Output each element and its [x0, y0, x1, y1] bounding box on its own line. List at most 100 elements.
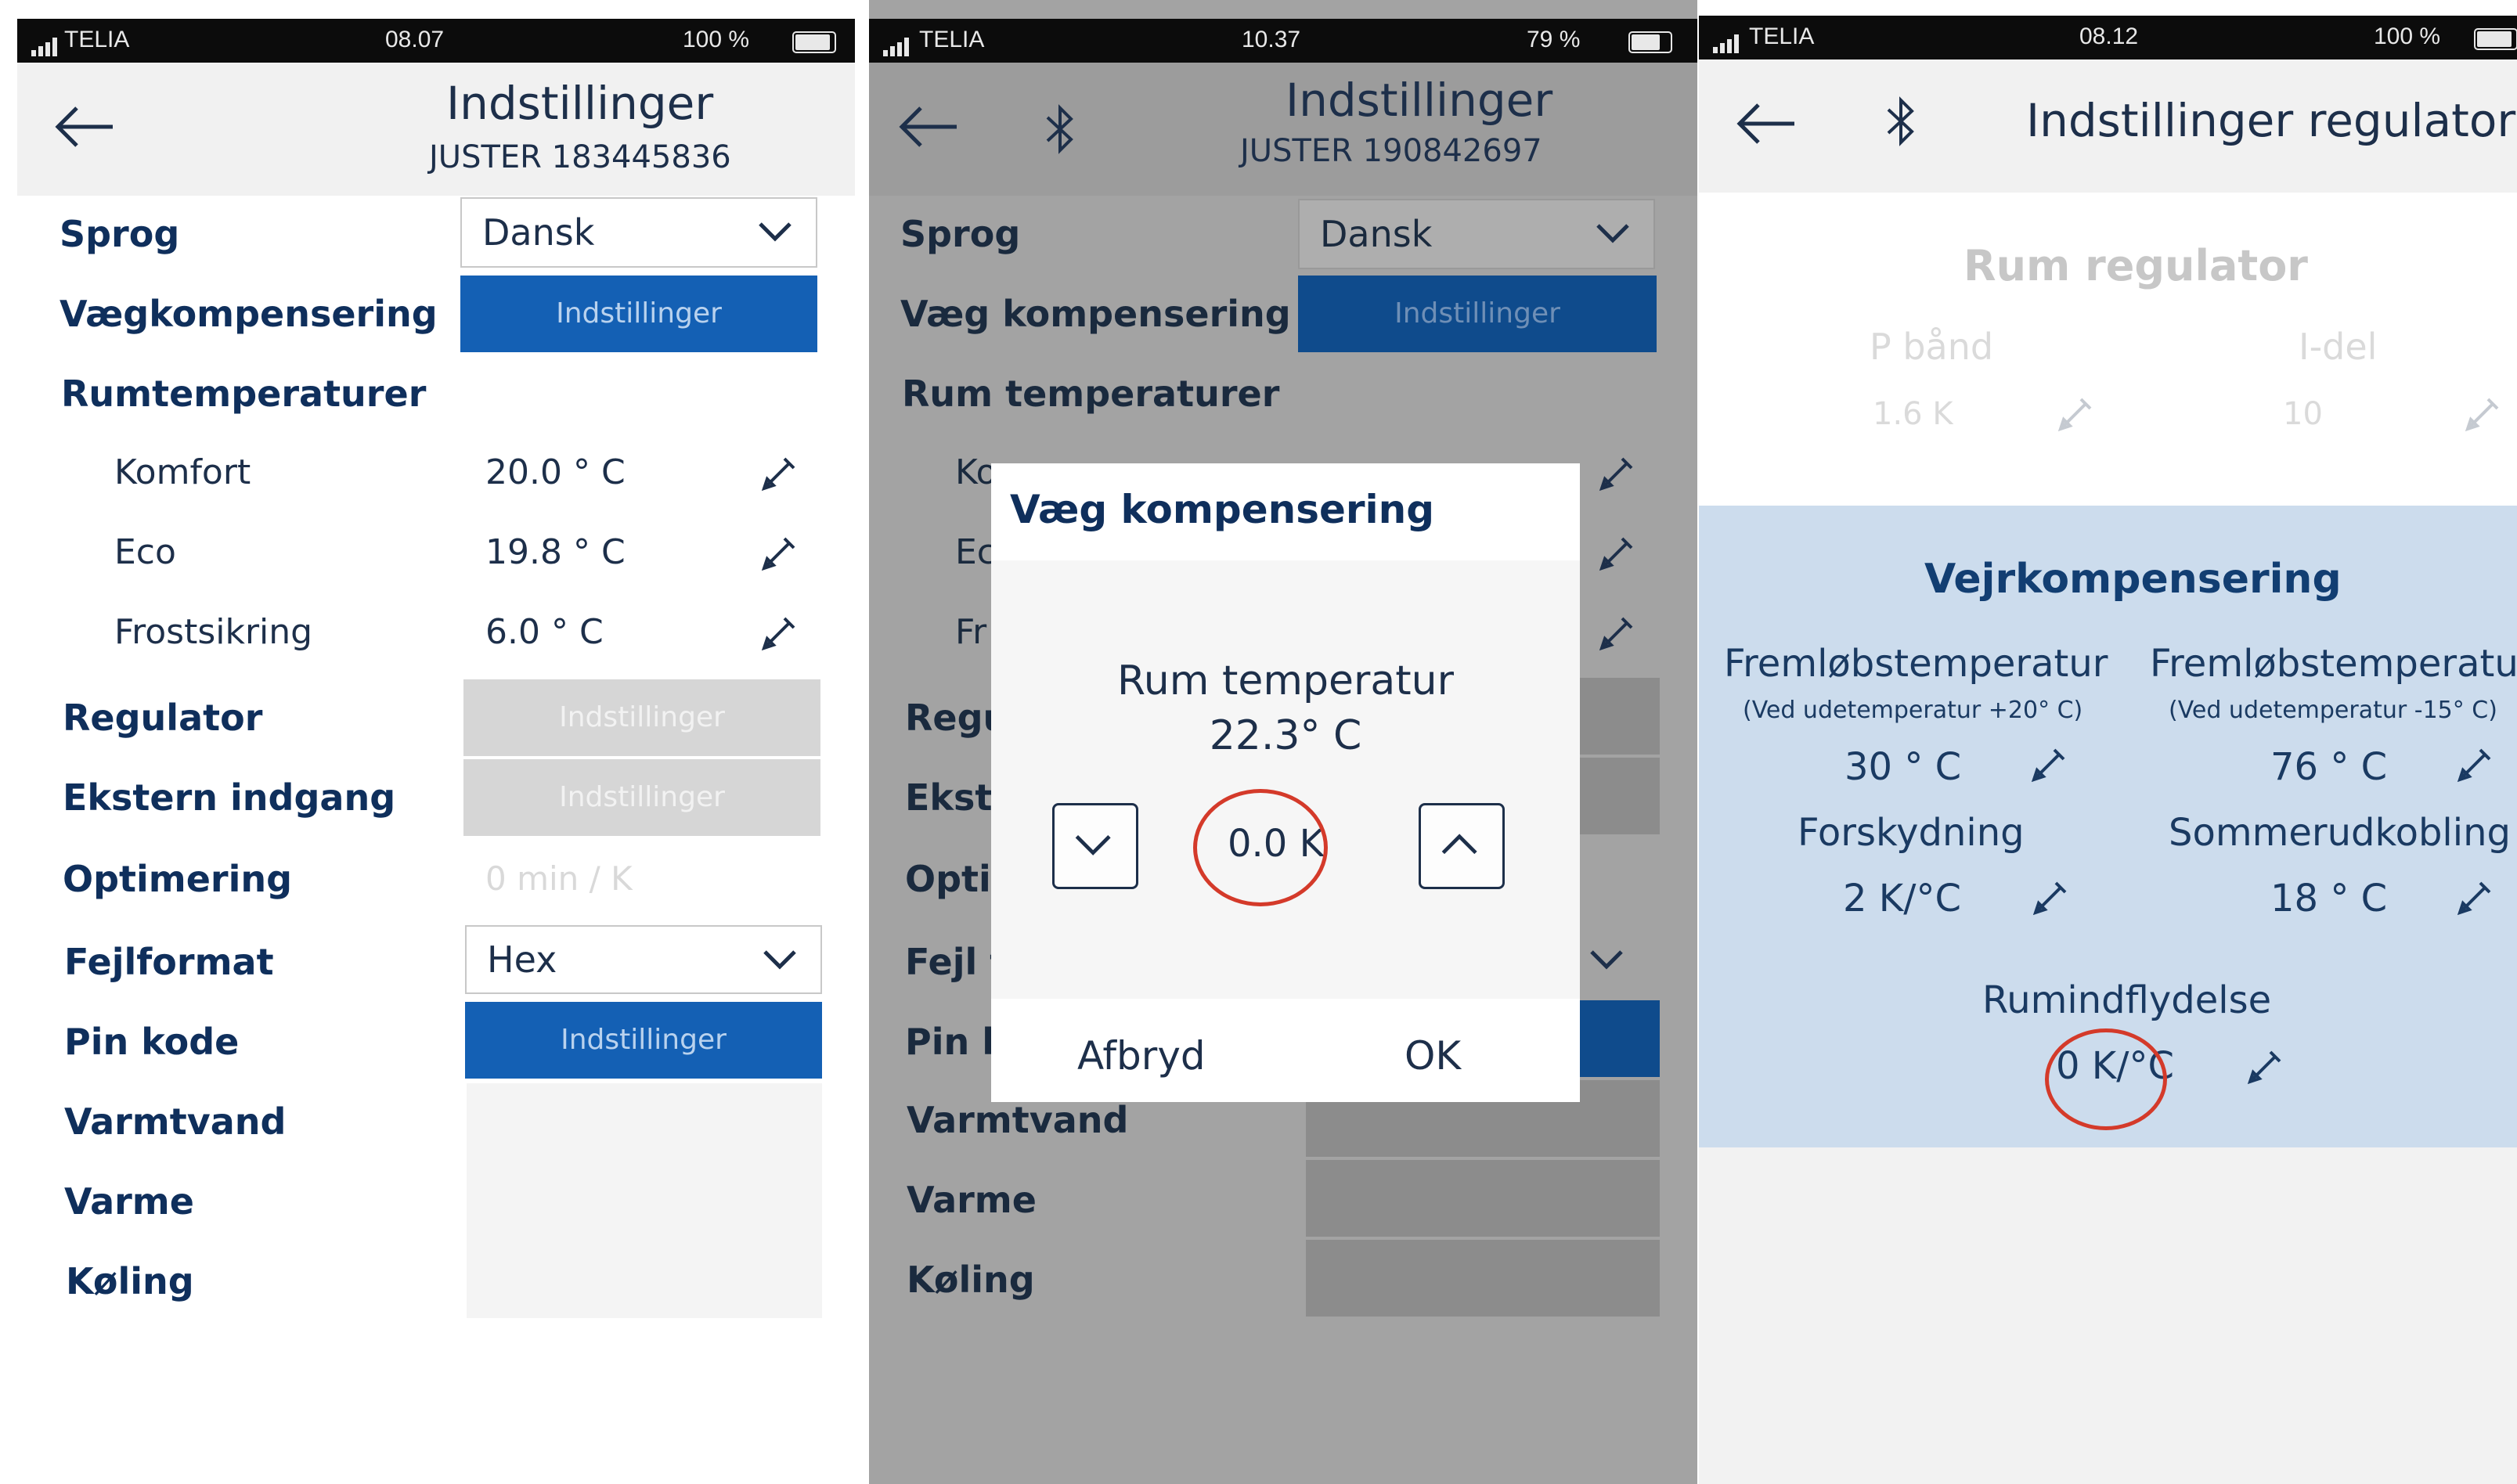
- optimering-value: 0 min / K: [485, 859, 633, 898]
- komfort-label: Komfort: [114, 452, 251, 492]
- rum-regulator-title: Rum regulator: [1963, 241, 2308, 290]
- varmtvand-label: Varmtvand: [907, 1099, 1129, 1141]
- fremloeb-value-1: 30 ° C: [1844, 745, 1962, 789]
- page-title: Indstillinger regulator: [2026, 94, 2516, 147]
- edit-pencil-icon[interactable]: [2031, 880, 2068, 917]
- rumtemperaturer-label: Rumtemperaturer: [61, 373, 427, 415]
- p-band-value: 1.6 K: [1873, 396, 1953, 432]
- regulator-settings-button[interactable]: [1574, 678, 1660, 755]
- sommerudkobling-label: Sommerudkobling: [2169, 811, 2511, 855]
- clock: 08.12: [2079, 23, 2139, 49]
- back-arrow-icon[interactable]: [1735, 100, 1798, 147]
- status-bar: TELIA 10.37 79 %: [869, 19, 1697, 63]
- device-id: JUSTER 190842697: [1240, 133, 1542, 169]
- regulator-settings-button[interactable]: Indstillinger: [463, 679, 820, 756]
- signal-icon: [883, 30, 911, 56]
- bluetooth-icon: [1887, 96, 1914, 146]
- screen-2: TELIA 10.37 79 % Indstillinger JUSTER 19…: [869, 0, 1697, 1484]
- carrier-label: TELIA: [919, 27, 985, 52]
- vaeg-kompensering-dialog: Væg kompensering Rum temperatur 22.3° C …: [991, 463, 1580, 1102]
- battery-icon: [2474, 28, 2517, 50]
- app-header: Indstillinger regulator: [1699, 59, 2517, 193]
- fejlformat-select[interactable]: Hex: [465, 925, 822, 994]
- back-arrow-icon[interactable]: [53, 103, 116, 150]
- koeling-settings-button[interactable]: [1306, 1240, 1660, 1317]
- device-id: JUSTER 183445836: [429, 139, 731, 175]
- chevron-down-icon: [1075, 835, 1111, 855]
- pinkode-settings-button[interactable]: [1574, 1000, 1660, 1077]
- vaeg-kompensering-settings-button[interactable]: Indstillinger: [1298, 276, 1657, 352]
- fremloeb-label-1: Fremløbstemperatur: [1724, 642, 2108, 686]
- chevron-down-icon[interactable]: [1589, 949, 1624, 971]
- lower-area: [1699, 1147, 2517, 1484]
- edit-pencil-icon[interactable]: [2455, 747, 2493, 784]
- koeling-label: Køling: [66, 1260, 194, 1302]
- edit-pencil-icon[interactable]: [1597, 456, 1635, 493]
- p-band-label: P bånd: [1870, 326, 1994, 368]
- chevron-down-icon: [763, 950, 796, 970]
- optimering-label: Optimering: [63, 858, 293, 900]
- vaegkompensering-settings-button[interactable]: Indstillinger: [460, 276, 817, 352]
- battery-percent: 79 %: [1527, 27, 1581, 52]
- frostsikring-label-partial: Fr: [955, 612, 987, 652]
- edit-pencil-icon[interactable]: [1597, 535, 1635, 573]
- sprog-label: Sprog: [900, 213, 1021, 255]
- language-select[interactable]: Dansk: [460, 197, 817, 268]
- edit-pencil-icon[interactable]: [2029, 747, 2067, 784]
- back-arrow-icon[interactable]: [897, 103, 960, 150]
- page-title: Indstillinger: [1286, 74, 1553, 127]
- vejrkompensering-title: Vejrkompensering: [1924, 556, 2342, 603]
- edit-pencil-icon[interactable]: [759, 456, 797, 493]
- i-del-value: 10: [2283, 396, 2323, 432]
- chevron-up-icon: [1441, 834, 1477, 855]
- clock: 10.37: [1242, 27, 1301, 52]
- chevron-down-icon: [1596, 224, 1629, 243]
- cancel-button[interactable]: Afbryd: [1077, 1033, 1206, 1079]
- app-header: Indstillinger JUSTER 183445836: [17, 63, 855, 196]
- edit-pencil-icon[interactable]: [2455, 880, 2493, 917]
- vaeg-kompensering-label: Væg kompensering: [900, 293, 1291, 335]
- eco-label-partial: Ec: [955, 532, 996, 572]
- language-value: Dansk: [482, 211, 595, 254]
- sprog-label: Sprog: [59, 213, 180, 255]
- language-value: Dansk: [1320, 213, 1433, 255]
- fejlformat-value: Hex: [487, 938, 557, 981]
- pinkode-label: Pin kode: [64, 1021, 240, 1063]
- forskydning-label: Forskydning: [1798, 811, 2025, 855]
- edit-pencil-icon[interactable]: [2463, 396, 2501, 434]
- frostsikring-label: Frostsikring: [114, 612, 313, 652]
- decrease-button[interactable]: [1052, 803, 1138, 889]
- battery-icon: [792, 31, 836, 53]
- ekstern-indgang-settings-button[interactable]: Indstillinger: [463, 759, 820, 836]
- rum-temperaturer-label: Rum temperaturer: [902, 373, 1280, 415]
- status-bar: TELIA 08.12 100 %: [1699, 16, 2517, 59]
- language-select[interactable]: Dansk: [1298, 199, 1655, 269]
- carrier-label: TELIA: [64, 27, 130, 52]
- vaegkompensering-label: Vægkompensering: [59, 293, 438, 335]
- edit-pencil-icon[interactable]: [1597, 615, 1635, 653]
- dialog-room-temp: 22.3° C: [1209, 712, 1362, 759]
- ok-button[interactable]: OK: [1405, 1033, 1461, 1079]
- bluetooth-icon: [1046, 104, 1073, 154]
- ekstern-indgang-label: Ekstern indgang: [63, 776, 396, 819]
- ekstern-settings-button[interactable]: [1574, 758, 1660, 834]
- disabled-buttons-area: [467, 1083, 822, 1318]
- edit-pencil-icon[interactable]: [2056, 396, 2093, 434]
- varmtvand-label: Varmtvand: [64, 1100, 287, 1143]
- highlight-circle: [1193, 789, 1328, 906]
- increase-button[interactable]: [1419, 803, 1505, 889]
- battery-percent: 100 %: [2374, 23, 2441, 49]
- signal-icon: [1713, 27, 1741, 53]
- edit-pencil-icon[interactable]: [759, 535, 797, 573]
- chevron-down-icon: [759, 222, 792, 242]
- varme-settings-button[interactable]: [1306, 1160, 1660, 1237]
- regulator-label: Regulator: [63, 697, 263, 739]
- pinkode-settings-button[interactable]: Indstillinger: [465, 1002, 822, 1079]
- edit-pencil-icon[interactable]: [2245, 1049, 2283, 1086]
- frostsikring-value: 6.0 ° C: [485, 612, 604, 652]
- app-header: Indstillinger JUSTER 190842697: [869, 63, 1697, 196]
- koeling-label: Køling: [907, 1259, 1035, 1301]
- forskydning-value: 2 K/°C: [1843, 877, 1961, 920]
- battery-percent: 100 %: [683, 27, 750, 52]
- edit-pencil-icon[interactable]: [759, 615, 797, 653]
